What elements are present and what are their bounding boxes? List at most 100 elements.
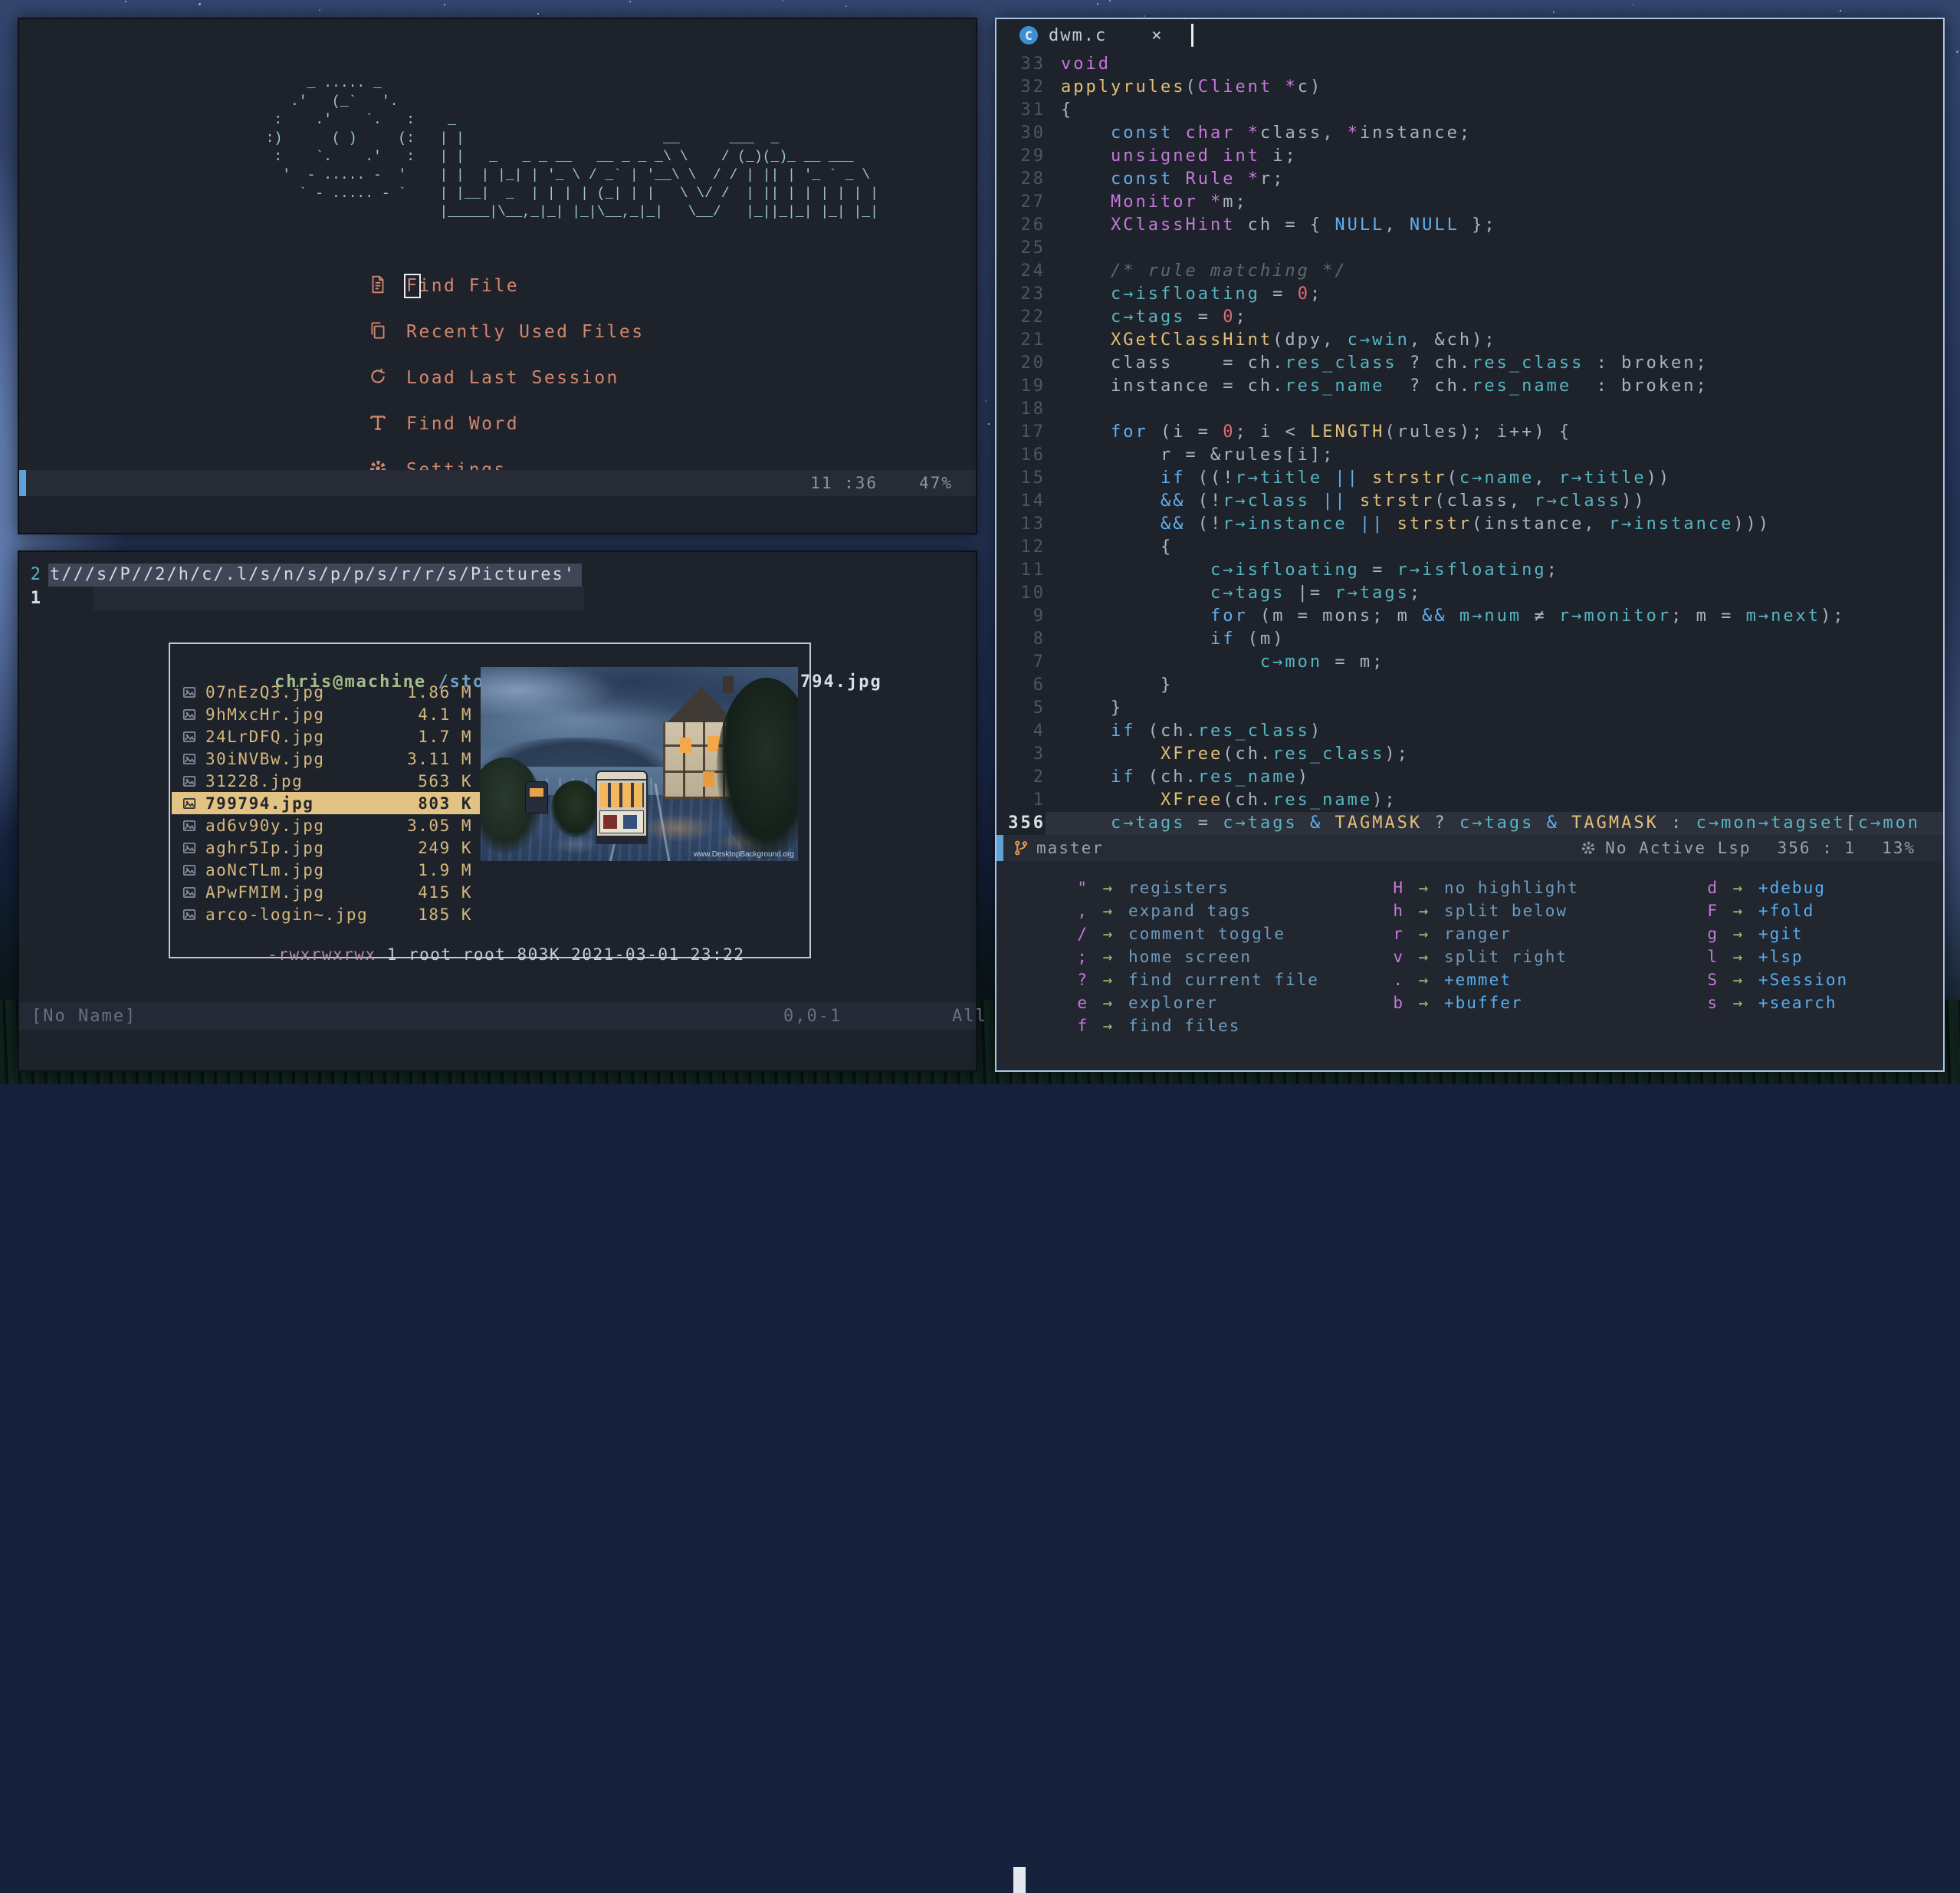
code-text: { [1046,99,1943,122]
files-statusline: [No Name] 0,0-1 All [19,1002,976,1030]
code-text: unsigned int i; [1046,145,1943,168]
code-line[interactable]: 9 for (m = mons; m && m→num ≠ r→monitor;… [996,605,1943,628]
code-line[interactable]: 20 class = ch.res_class ? ch.res_class :… [996,352,1943,375]
code-line[interactable]: 8 if (m) [996,628,1943,651]
code-text: XClassHint ch = { NULL, NULL }; [1046,214,1943,237]
file-row[interactable]: 9hMxcHr.jpg4.1 M [172,703,480,725]
image-file-icon [182,863,205,877]
line-number: 27 [996,191,1046,214]
code-line[interactable]: 16 r = &rules[i]; [996,444,1943,467]
tab-bar: C dwm.c × [996,19,1943,51]
code-area[interactable]: 33void32applyrules(Client *c)31{30 const… [996,53,1943,835]
image-file-icon [182,841,205,855]
menu-item-find-word[interactable]: Find Word [19,401,976,447]
file-row[interactable]: aoNcTLm.jpg1.9 M [172,859,480,881]
line-number: 21 [996,329,1046,352]
file-row[interactable]: 799794.jpg803 K [172,792,480,814]
code-line[interactable]: 26 XClassHint ch = { NULL, NULL }; [996,214,1943,237]
code-line[interactable]: 30 const char *class, *instance; [996,122,1943,145]
star [1097,3,1098,5]
file-row[interactable]: 31228.jpg563 K [172,770,480,792]
whichkey-description: +emmet [1444,968,1512,991]
file-row[interactable]: ad6v90y.jpg3.05 M [172,814,480,836]
code-line[interactable]: 31{ [996,99,1943,122]
file-row[interactable]: aghr5Ip.jpg249 K [172,836,480,859]
code-line[interactable]: 24 /* rule matching */ [996,260,1943,283]
menu-item-load-last-session[interactable]: Load Last Session [19,355,976,401]
whichkey-key: e [1042,991,1088,1014]
code-line[interactable]: 10 c→tags |= r→tags; [996,582,1943,605]
image-file-icon [182,685,205,699]
whichkey-key: s [1673,991,1719,1014]
buffer-line-1[interactable]: 1 [19,587,976,610]
file-row[interactable]: 24LrDFQ.jpg1.7 M [172,725,480,748]
code-line[interactable]: 14 && (!r→class || strstr(class, r→class… [996,490,1943,513]
search-highlight-text: t///s/P//2/h/c/.l/s/n/s/p/p/s/r/r/s/Pict… [48,564,582,587]
code-line[interactable]: 27 Monitor *m; [996,191,1943,214]
code-line[interactable]: 32applyrules(Client *c) [996,76,1943,99]
code-line[interactable]: 3 XFree(ch.res_class); [996,743,1943,766]
close-icon[interactable]: × [1151,26,1161,45]
whichkey-key: ; [1042,945,1088,968]
tab-dwm-c[interactable]: C dwm.c × [1019,19,1161,51]
code-line[interactable]: 12 { [996,536,1943,559]
code-line[interactable]: 15 if ((!r→title || strstr(c→name, r→tit… [996,467,1943,490]
code-line[interactable]: 33void [996,53,1943,76]
code-line[interactable]: 4 if (ch.res_class) [996,720,1943,743]
line-number: 6 [996,674,1046,697]
code-line[interactable]: 21 XGetClassHint(dpy, c→win, &ch); [996,329,1943,352]
code-line[interactable]: 17 for (i = 0; i < LENGTH(rules); i++) { [996,421,1943,444]
code-text: && (!r→class || strstr(class, r→class)) [1046,490,1943,513]
code-text: for (i = 0; i < LENGTH(rules); i++) { [1046,421,1943,444]
buffer-line-2[interactable]: 2t///s/P//2/h/c/.l/s/n/s/p/p/s/r/r/s/Pic… [19,563,976,587]
code-line[interactable]: 18 [996,398,1943,421]
menu-item-find-file[interactable]: Find File [19,263,976,309]
code-line-current[interactable]: 356 c→tags = c→tags & TAGMASK ? c→tags &… [996,812,1943,835]
file-row[interactable]: arco-login~.jpg185 K [172,903,480,925]
code-text [1046,237,1943,260]
code-line[interactable]: 19 instance = ch.res_name ? ch.res_name … [996,375,1943,398]
star [629,1,631,2]
code-line[interactable]: 28 const Rule *r; [996,168,1943,191]
code-line[interactable]: 23 c→isfloating = 0; [996,283,1943,306]
arrow-icon: → [1088,922,1128,945]
line-number: 10 [996,582,1046,605]
code-line[interactable]: 1 XFree(ch.res_name); [996,789,1943,812]
menu-item-recently-used-files[interactable]: Recently Used Files [19,309,976,355]
star [125,1,126,2]
code-line[interactable]: 7 c→mon = m; [996,651,1943,674]
code-text: XFree(ch.res_class); [1046,743,1943,766]
file-row[interactable]: 07nEzQ3.jpg1.86 M [172,681,480,703]
code-text: class = ch.res_class ? ch.res_class : br… [1046,352,1943,375]
file-row[interactable]: APwFMIM.jpg415 K [172,881,480,903]
line-number: 30 [996,122,1046,145]
whichkey-binding: /→comment toggle [1042,922,1319,945]
file-row[interactable]: 30iNVBw.jpg3.11 M [172,748,480,770]
code-line[interactable]: 29 unsigned int i; [996,145,1943,168]
code-line[interactable]: 6 } [996,674,1943,697]
scroll-indicator: All [952,1007,987,1026]
file-size: 3.05 M [407,817,472,835]
code-line[interactable]: 11 c→isfloating = r→isfloating; [996,559,1943,582]
whichkey-key: r [1358,922,1404,945]
star [1553,12,1555,13]
whichkey-description: registers [1128,876,1230,899]
image-preview: www.DesktopBackground.org [481,667,798,861]
whichkey-key: b [1358,991,1404,1014]
code-line[interactable]: 2 if (ch.res_name) [996,766,1943,789]
code-line[interactable]: 13 && (!r→instance || strstr(instance, r… [996,513,1943,536]
whichkey-binding: l→+lsp [1673,945,1848,968]
code-text: XFree(ch.res_name); [1046,789,1943,812]
star [444,4,445,5]
preview-tree [551,781,600,837]
code-text: void [1046,53,1943,76]
code-text: r = &rules[i]; [1046,444,1943,467]
file-name: aoNcTLm.jpg [205,861,418,879]
arrow-icon: → [1404,991,1444,1014]
code-line[interactable]: 5 } [996,697,1943,720]
code-line[interactable]: 25 [996,237,1943,260]
code-line[interactable]: 22 c→tags = 0; [996,306,1943,329]
whichkey-binding: ?→find current file [1042,968,1319,991]
whichkey-description: no highlight [1444,876,1579,899]
cursor-position: 11 :36 [810,474,878,492]
